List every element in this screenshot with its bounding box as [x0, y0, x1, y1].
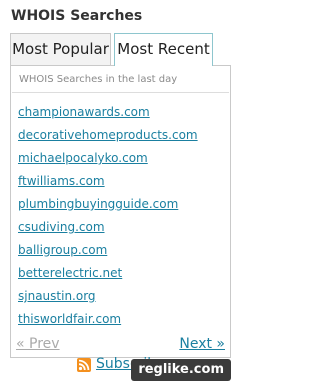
panel-subtitle: WHOIS Searches in the last day	[19, 74, 178, 85]
domain-link[interactable]: ftwilliams.com	[18, 174, 105, 188]
list-item: csudiving.com	[18, 216, 198, 239]
domain-link[interactable]: plumbingbuyingguide.com	[18, 197, 178, 211]
list-item: michaelpocalyko.com	[18, 147, 198, 170]
domain-link[interactable]: balligroup.com	[18, 243, 107, 257]
list-item: balligroup.com	[18, 239, 198, 262]
domain-link[interactable]: decorativehomeproducts.com	[18, 128, 198, 142]
tab-panel: WHOIS Searches in the last day championa…	[10, 65, 231, 358]
list-item: championawards.com	[18, 101, 198, 124]
domain-link[interactable]: csudiving.com	[18, 220, 105, 234]
list-item: ftwilliams.com	[18, 170, 198, 193]
list-item: decorativehomeproducts.com	[18, 124, 198, 147]
tab-most-recent[interactable]: Most Recent	[114, 33, 213, 66]
next-link[interactable]: Next »	[179, 336, 225, 352]
domain-link[interactable]: thisworldfair.com	[18, 312, 121, 326]
divider	[12, 92, 229, 93]
list-item: betterelectric.net	[18, 262, 198, 285]
domain-link[interactable]: betterelectric.net	[18, 266, 122, 280]
domain-link[interactable]: sjnaustin.org	[18, 289, 96, 303]
watermark: reglike.com	[131, 359, 231, 381]
tab-most-popular[interactable]: Most Popular	[10, 33, 111, 65]
list-item: plumbingbuyingguide.com	[18, 193, 198, 216]
domain-link[interactable]: michaelpocalyko.com	[18, 151, 148, 165]
list-item: sjnaustin.org	[18, 285, 198, 308]
domain-list: championawards.com decorativehomeproduct…	[18, 101, 198, 331]
prev-link: « Prev	[16, 336, 60, 352]
widget-title: WHOIS Searches	[11, 8, 143, 24]
list-item: thisworldfair.com	[18, 308, 198, 331]
rss-icon[interactable]	[77, 358, 91, 372]
domain-link[interactable]: championawards.com	[18, 105, 150, 119]
